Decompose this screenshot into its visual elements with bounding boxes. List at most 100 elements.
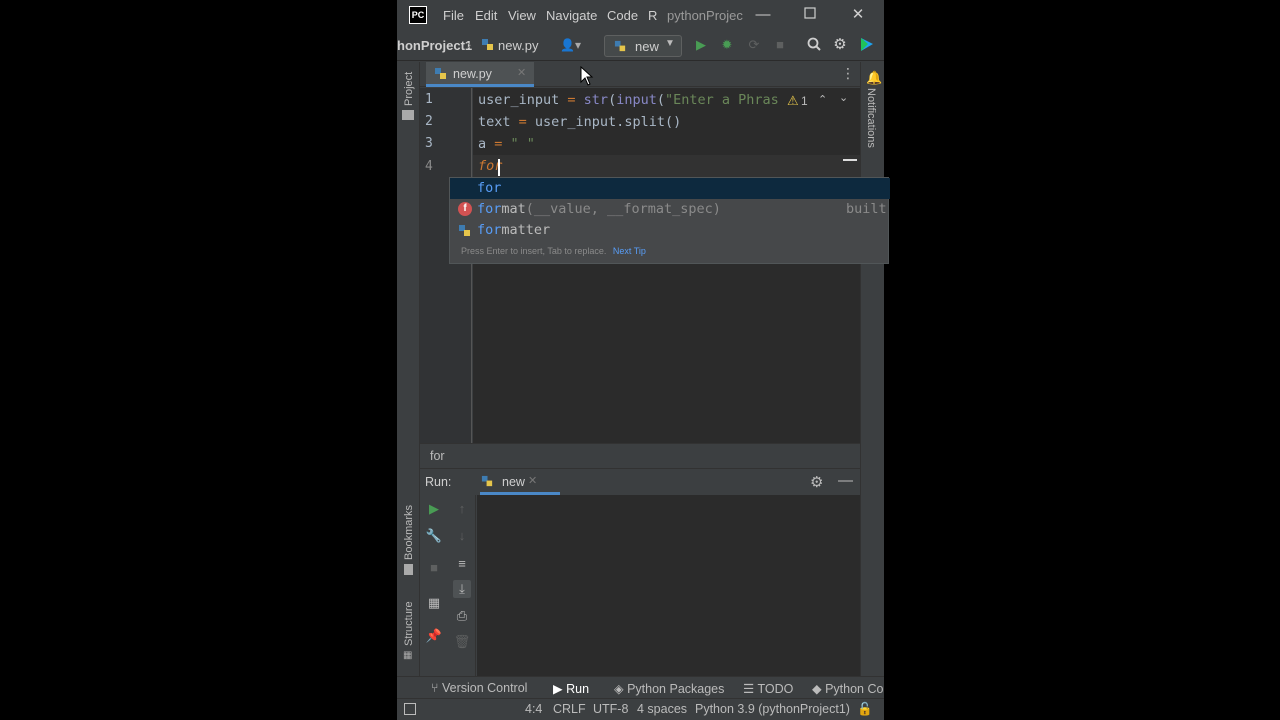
menu-navigate[interactable]: Navigate	[546, 8, 597, 23]
run-tab-close-icon[interactable]: ✕	[528, 474, 537, 487]
code-token: user_input	[478, 92, 568, 108]
menu-code[interactable]: Code	[607, 8, 638, 23]
completion-item-selected[interactable]: for	[450, 178, 890, 199]
run-config-selector[interactable]: new ▼	[604, 35, 682, 57]
warning-icon[interactable]: ⚠	[787, 93, 799, 109]
lock-icon[interactable]: 🔓	[857, 702, 873, 717]
menu-file[interactable]: File	[443, 8, 464, 23]
code-token: =	[567, 92, 584, 108]
run-settings-gear-icon[interactable]: ⚙	[810, 473, 823, 491]
run-toolbar-primary: ▶ 🔧 ■ ▦ 📌	[420, 495, 448, 676]
completion-match: for	[477, 222, 502, 238]
scroll-to-end-icon[interactable]: ⤓	[453, 580, 471, 598]
trash-icon[interactable]: 🗑	[453, 633, 471, 651]
indent-setting[interactable]: 4 spaces	[637, 702, 687, 716]
run-tool-header: Run: new ✕ ⚙ —	[420, 468, 860, 495]
stop-icon[interactable]: ■	[425, 559, 443, 577]
print-icon[interactable]: ⎙	[453, 607, 471, 625]
title-bar: PC File Edit View Navigate Code R python…	[397, 0, 884, 31]
left-tool-stripe: Project Bookmarks Structure ▦	[397, 62, 420, 696]
error-stripe-marker	[843, 159, 857, 161]
run-icon[interactable]: ▶	[693, 37, 709, 53]
code-editor[interactable]: user_input = str(input("Enter a Phras te…	[473, 88, 860, 443]
line-number: 1	[425, 92, 433, 107]
soft-wrap-icon[interactable]: ≡	[453, 555, 471, 573]
code-token: "Enter a Phras	[664, 92, 779, 108]
file-encoding[interactable]: UTF-8	[593, 702, 628, 716]
debug-icon[interactable]: ✹	[719, 37, 735, 53]
python-file-icon	[435, 68, 446, 79]
todo-tool[interactable]: ☰ TODO	[743, 681, 793, 696]
search-icon[interactable]	[806, 37, 822, 53]
structure-icon: ▦	[403, 650, 413, 661]
python-packages-tool[interactable]: ◈ Python Packages	[614, 681, 724, 696]
current-line-highlight	[473, 155, 860, 177]
wrench-icon[interactable]: 🔧	[425, 527, 443, 545]
more-options-icon[interactable]: ⋮	[841, 65, 855, 82]
tab-new-py[interactable]: new.py ✕	[426, 62, 534, 87]
coverage-icon[interactable]: ⟳	[746, 37, 762, 53]
arrow-down-icon[interactable]: ↓	[453, 527, 471, 545]
tab-close-icon[interactable]: ✕	[517, 66, 526, 79]
project-breadcrumb[interactable]: honProject1	[397, 38, 472, 53]
run-tab-label: new	[502, 475, 525, 489]
version-control-tool[interactable]: ⑂ Version Control	[431, 681, 527, 695]
user-dropdown-icon[interactable]: 👤▾	[560, 38, 581, 52]
python-packages-label: Python Packages	[627, 682, 725, 696]
completion-hint-text: Press Enter to insert, Tab to replace.	[461, 246, 607, 256]
code-line-2: text = user_input.split()	[478, 114, 681, 130]
right-tool-stripe: 🔔 Notifications	[860, 62, 884, 696]
run-tab-new[interactable]: new ✕	[480, 469, 560, 495]
pin-icon[interactable]: 📌	[425, 627, 443, 645]
maximize-icon[interactable]	[800, 5, 820, 25]
navigation-bar: honProject1 › new.py 👤▾ new ▼ ▶ ✹ ⟳ ■ ⚙	[397, 31, 884, 61]
chevron-right-icon: ›	[467, 37, 472, 52]
minimize-icon[interactable]: —	[753, 5, 773, 25]
file-breadcrumb[interactable]: new.py	[498, 38, 538, 53]
python-file-icon	[481, 38, 495, 52]
ide-window: PC File Edit View Navigate Code R python…	[397, 0, 884, 720]
code-token: =	[518, 114, 535, 130]
hide-panel-icon[interactable]: —	[838, 472, 853, 489]
code-line-1: user_input = str(input("Enter a Phras	[478, 92, 779, 108]
python-interpreter[interactable]: Python 3.9 (pythonProject1)	[695, 702, 850, 716]
bell-icon[interactable]: 🔔	[866, 70, 882, 86]
bookmark-icon	[404, 564, 413, 575]
plugin-logo-icon[interactable]	[858, 37, 874, 53]
stop-icon[interactable]: ■	[772, 37, 788, 53]
close-icon[interactable]: ✕	[848, 5, 868, 25]
next-tip-link[interactable]: Next Tip	[613, 246, 646, 256]
notifications-tool-button[interactable]: Notifications	[865, 88, 877, 148]
code-token: " "	[510, 136, 535, 152]
menu-view[interactable]: View	[508, 8, 536, 23]
arrow-up-icon[interactable]: ↑	[453, 500, 471, 518]
editor-gutter: 1 2 3 4	[420, 88, 472, 443]
line-separator[interactable]: CRLF	[553, 702, 586, 716]
status-bar: 4:4 CRLF UTF-8 4 spaces Python 3.9 (pyth…	[397, 698, 884, 720]
bookmarks-tool-button[interactable]: Bookmarks	[403, 505, 415, 560]
code-token: split	[624, 114, 665, 130]
settings-gear-icon[interactable]: ⚙	[832, 37, 848, 53]
menu-edit[interactable]: Edit	[475, 8, 497, 23]
structure-tool-button[interactable]: Structure	[403, 601, 415, 646]
chevron-down-icon[interactable]: ⌄	[839, 91, 848, 104]
editor-breadcrumbs: for	[420, 443, 860, 468]
layout-icon[interactable]: ▦	[425, 594, 443, 612]
python-console-tool[interactable]: ◆ Python Co	[812, 681, 883, 696]
completion-type: built	[846, 201, 887, 217]
menu-refactor[interactable]: R	[648, 8, 657, 23]
completion-item-formatter[interactable]: formatter	[450, 220, 890, 241]
run-tool-label: Run	[566, 682, 590, 696]
project-tool-button[interactable]: Project	[403, 72, 415, 106]
caret-position[interactable]: 4:4	[525, 702, 542, 716]
toggle-panels-icon[interactable]	[404, 703, 416, 715]
rerun-icon[interactable]: ▶	[425, 500, 443, 518]
run-console[interactable]	[477, 495, 860, 676]
completion-item-format[interactable]: f format(__value, __format_spec) built	[450, 199, 890, 220]
breadcrumb-for[interactable]: for	[430, 449, 445, 463]
pycharm-logo: PC	[409, 6, 427, 24]
run-panel-label: Run:	[425, 475, 452, 489]
run-tool[interactable]: ▶ Run	[553, 681, 589, 696]
python-icon	[614, 40, 626, 52]
chevron-up-icon[interactable]: ⌃	[818, 93, 827, 106]
